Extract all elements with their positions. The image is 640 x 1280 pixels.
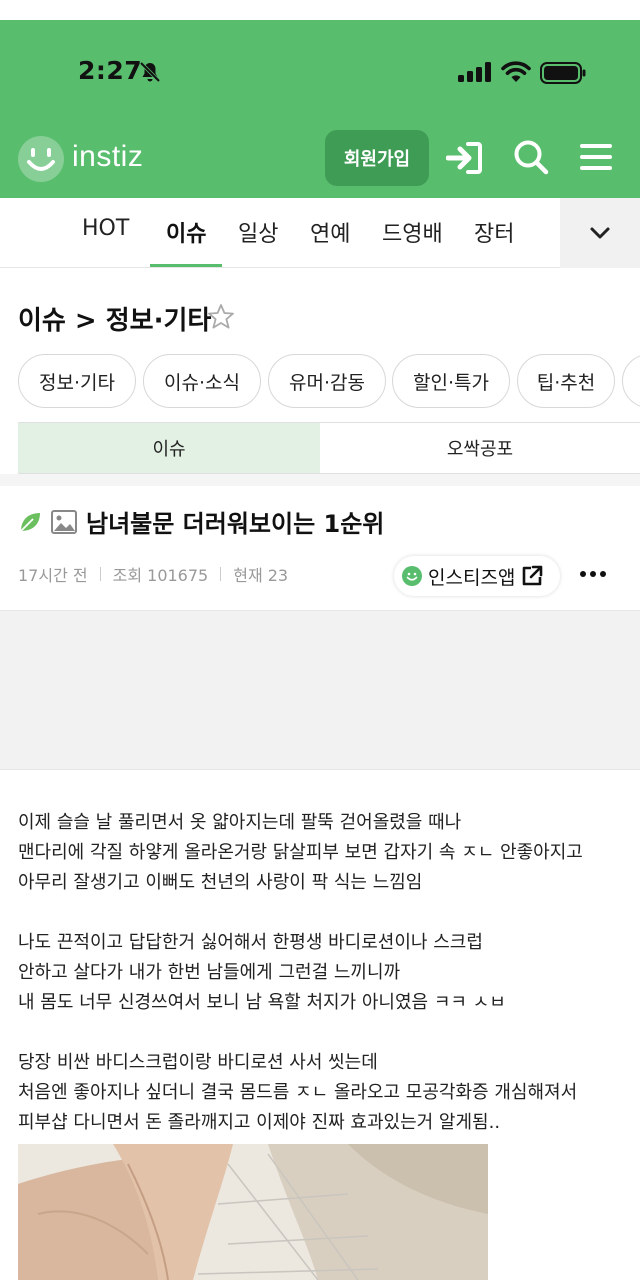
tab-market[interactable]: 장터 [474, 216, 514, 248]
top-edge [0, 0, 640, 20]
image-attachment-icon [51, 510, 77, 534]
post-line: 나도 끈적이고 답답한거 싫어해서 한평생 바디로션이나 스크럽 [18, 932, 483, 953]
post-photo[interactable] [18, 1144, 488, 1280]
post-line: 맨다리에 각질 하얗게 올라온거랑 닭살피부 보면 갑자기 속 ㅈㄴ 안좋아지고 [18, 842, 583, 863]
photo-illustration [18, 1144, 488, 1280]
post-line: 처음엔 좋아지나 싶더니 결국 몸드름 ㅈㄴ 올라오고 모공각화증 개심해져서 [18, 1082, 578, 1103]
chip-partial[interactable] [622, 354, 640, 408]
post-line: 피부샵 다니면서 돈 졸라깨지고 이제야 진짜 효과있는거 알게됨.. [18, 1112, 501, 1133]
subtab-issue[interactable]: 이슈 [18, 423, 320, 473]
open-app-button[interactable]: 인스티즈앱 [394, 556, 560, 596]
category-expand-button[interactable] [560, 198, 640, 268]
tab-drama-movie[interactable]: 드영배 [382, 216, 443, 248]
section-divider [0, 474, 640, 486]
subtab-horror[interactable]: 오싹공포 [320, 423, 640, 473]
post-title: 남녀불문 더러워보이는 1순위 [86, 510, 385, 538]
more-options-icon[interactable] [578, 564, 608, 584]
instiz-logo[interactable]: instiz [18, 136, 166, 182]
post-paragraph: 이제 슬슬 날 풀리면서 옷 얇아지는데 팔뚝 걷어올렸을 때나 맨다리에 각질… [18, 808, 628, 898]
ad-placeholder [0, 610, 640, 770]
post-line: 아무리 잘생기고 이뻐도 천년의 사랑이 팍 식는 느낌임 [18, 872, 423, 893]
chip-humor[interactable]: 유머·감동 [268, 354, 386, 408]
active-tab-indicator [150, 264, 222, 267]
cellular-signal-icon [458, 62, 491, 82]
category-tabs: HOT 이슈 일상 연예 드영배 장터 [0, 198, 640, 268]
post-line: 당장 비싼 바디스크럽이랑 바디로션 사서 씻는데 [18, 1052, 378, 1073]
smile-logo-icon [27, 148, 55, 171]
meta-divider [220, 567, 222, 581]
post-line: 내 몸도 너무 신경쓰여서 보니 남 욕할 처지가 아니였음 ㅋㅋ ㅅㅂ [18, 992, 506, 1013]
header-nav: instiz 회원가입 [0, 128, 640, 188]
status-bar: 2:27 [0, 54, 640, 90]
post-header: 남녀불문 더러워보이는 1순위 17시간 전 조회 101675 현재 23 인… [0, 486, 640, 610]
signup-button[interactable]: 회원가입 [325, 130, 429, 186]
top-header: 2:27 instiz 회원가입 [0, 0, 640, 198]
chip-issue-news[interactable]: 이슈·소식 [143, 354, 261, 408]
battery-icon [540, 62, 586, 84]
tab-hot[interactable]: HOT [82, 216, 129, 241]
tab-entertainment[interactable]: 연예 [310, 216, 350, 248]
wifi-icon [501, 61, 531, 82]
instiz-app-icon [402, 566, 422, 586]
board-title: 이슈 > 정보·기타 [18, 306, 212, 336]
post-current-viewers: 현재 23 [233, 566, 289, 585]
post-paragraph: 당장 비싼 바디스크럽이랑 바디로션 사서 씻는데 처음엔 좋아지나 싶더니 결… [18, 1048, 628, 1138]
post-time: 17시간 전 [18, 566, 88, 585]
board-subtabs: 이슈 오싹공포 [18, 422, 640, 474]
open-app-label: 인스티즈앱 [428, 566, 516, 589]
post-line: 이제 슬슬 날 풀리면서 옷 얇아지는데 팔뚝 걷어올렸을 때나 [18, 812, 462, 833]
external-link-icon [523, 565, 543, 586]
post-paragraph: 나도 끈적이고 답답한거 싫어해서 한평생 바디로션이나 스크럽 안하고 살다가… [18, 928, 628, 1018]
login-icon[interactable] [446, 140, 484, 176]
chip-info-etc[interactable]: 정보·기타 [18, 354, 136, 408]
bell-muted-icon [139, 61, 161, 83]
logo-text: instiz [72, 140, 144, 173]
tab-daily[interactable]: 일상 [238, 216, 278, 248]
post-line: 안하고 살다가 내가 한번 남들에게 그런걸 느끼니까 [18, 962, 401, 983]
hamburger-menu-icon[interactable] [578, 140, 614, 174]
chip-discount[interactable]: 할인·특가 [392, 354, 510, 408]
post-meta: 17시간 전 조회 101675 현재 23 [18, 562, 288, 586]
search-icon[interactable] [512, 138, 550, 176]
post-body: 이제 슬슬 날 풀리면서 옷 얇아지는데 팔뚝 걷어올렸을 때나 맨다리에 각질… [18, 808, 628, 1168]
tab-issue[interactable]: 이슈 [166, 216, 206, 248]
chip-tips[interactable]: 팁·추천 [517, 354, 615, 408]
star-favorite-icon[interactable] [206, 302, 236, 332]
meta-divider [99, 567, 101, 581]
post-views: 조회 101675 [112, 566, 209, 585]
leaf-icon [20, 513, 40, 532]
status-time: 2:27 [78, 56, 143, 85]
subcategory-chips: 정보·기타 이슈·소식 유머·감동 할인·특가 팁·추천 [18, 354, 640, 410]
chevron-down-icon [590, 227, 610, 239]
